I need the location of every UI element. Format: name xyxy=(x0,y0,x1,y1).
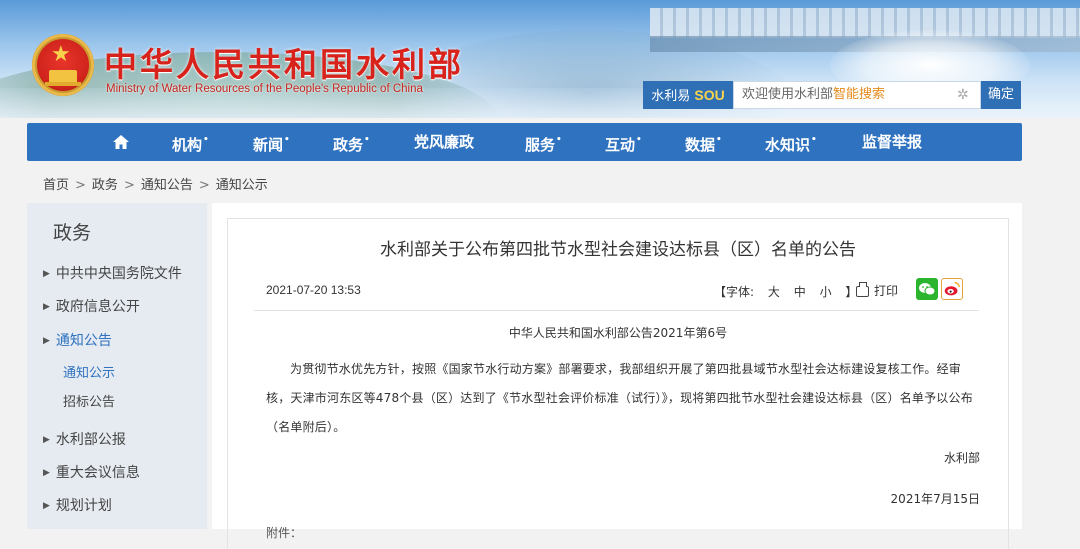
caret-right-icon: ▶ xyxy=(43,302,50,312)
wechat-share-icon[interactable] xyxy=(916,278,938,300)
nav-item-shuizhishi[interactable]: 水知识• xyxy=(765,123,817,161)
sidebar-title: 政务 xyxy=(53,222,92,244)
attachment-label: 附件： xyxy=(266,526,303,540)
nav-item-jigou[interactable]: 机构• xyxy=(172,123,209,161)
main-content: 水利部关于公布第四批节水型社会建设达标县（区）名单的公告 2021-07-20 … xyxy=(212,203,1022,549)
sidebar-item-bulletin[interactable]: ▶ 水利部公报 xyxy=(43,429,126,449)
print-button[interactable]: 打印 xyxy=(856,282,898,299)
sidebar-item-gov-info[interactable]: ▶ 政府信息公开 xyxy=(43,296,140,316)
article-sign-date: 2021年7月15日 xyxy=(890,492,980,506)
weibo-share-icon[interactable] xyxy=(941,278,963,300)
search-placeholder-highlight: 智能搜索 xyxy=(833,87,886,102)
home-icon[interactable] xyxy=(112,134,130,150)
sidebar-subitem-tongzhigongshi[interactable]: 通知公示 xyxy=(63,362,115,381)
font-size-label: 【字体: xyxy=(714,285,755,299)
font-size-selector: 【字体: 大 中 小 】 xyxy=(714,283,857,300)
nav-item-zhengwu[interactable]: 政务• xyxy=(333,123,370,161)
font-size-medium-button[interactable]: 中 xyxy=(794,285,806,299)
search-input[interactable]: 欢迎使用水利部智能搜索 xyxy=(733,81,981,109)
breadcrumb-separator: > xyxy=(123,178,135,193)
national-emblem-logo[interactable]: ★ xyxy=(32,34,94,96)
emblem-gate-icon xyxy=(49,70,77,82)
article-body: 为贯彻节水优先方针，按照《国家节水行动方案》部署要求，我部组织开展了第四批县域节… xyxy=(266,362,973,434)
breadcrumb-separator: > xyxy=(198,178,210,193)
sidebar-item-notices[interactable]: ▶ 通知公告 xyxy=(43,330,112,350)
site-title[interactable]: 中华人民共和国水利部 xyxy=(104,38,464,86)
article-title: 水利部关于公布第四批节水型社会建设达标县（区）名单的公告 xyxy=(380,240,856,260)
caret-right-icon: ▶ xyxy=(43,269,50,279)
print-label: 打印 xyxy=(874,284,899,298)
site-header: ★ 中华人民共和国水利部 Ministry of Water Resources… xyxy=(0,0,1080,118)
nav-item-hudong[interactable]: 互动• xyxy=(605,123,642,161)
search-placeholder: 欢迎使用水利部 xyxy=(742,87,834,102)
document-number: 中华人民共和国水利部公告2021年第6号 xyxy=(508,326,728,340)
caret-right-icon: ▶ xyxy=(43,435,50,445)
sidebar-subitem-zhaobiao[interactable]: 招标公告 xyxy=(63,391,115,410)
printer-icon xyxy=(856,282,869,297)
emblem-star-icon: ★ xyxy=(51,42,71,67)
sidebar-item-zhongyang-files[interactable]: ▶ 中共中央国务院文件 xyxy=(43,263,182,283)
caret-right-icon: ▶ xyxy=(43,501,50,511)
nav-item-fuwu[interactable]: 服务• xyxy=(525,123,562,161)
main-nav: 机构• 新闻• 政务• 党风廉政 服务• 互动• 数据• 水知识• 监督举报 xyxy=(27,123,1022,161)
breadcrumb: 首页 > 政务 > 通知公告 > 通知公示 xyxy=(43,174,274,193)
sidebar-item-planning[interactable]: ▶ 规划计划 xyxy=(43,495,112,515)
article-signer: 水利部 xyxy=(943,451,980,465)
nav-item-jiandujubao[interactable]: 监督举报 xyxy=(862,123,922,161)
nav-item-xinwen[interactable]: 新闻• xyxy=(253,123,290,161)
search-logo-prefix: 水利易 xyxy=(651,89,691,104)
search-submit-button[interactable]: 确定 xyxy=(981,81,1021,109)
breadcrumb-home[interactable]: 首页 xyxy=(43,178,69,193)
article-divider xyxy=(254,310,979,311)
sidebar-item-meetings[interactable]: ▶ 重大会议信息 xyxy=(43,462,140,482)
emblem-base xyxy=(45,82,81,86)
breadcrumb-separator: > xyxy=(75,178,86,193)
font-size-large-button[interactable]: 大 xyxy=(768,285,780,299)
nav-item-dangfenglianzheng[interactable]: 党风廉政 xyxy=(414,123,474,161)
gear-icon[interactable]: ✲ xyxy=(957,87,969,103)
breadcrumb-tongzhigongshi[interactable]: 通知公示 xyxy=(216,178,268,193)
breadcrumb-zhengwu[interactable]: 政务 xyxy=(92,178,118,193)
article: 水利部关于公布第四批节水型社会建设达标县（区）名单的公告 2021-07-20 … xyxy=(227,218,1009,549)
site-subtitle: Ministry of Water Resources of the Peopl… xyxy=(106,83,423,95)
breadcrumb-tongzhigonggao[interactable]: 通知公告 xyxy=(141,178,193,193)
sidebar: 政务 ▶ 中共中央国务院文件 ▶ 政府信息公开 ▶ 通知公告 通知公示 招标公告 ▶ 水… xyxy=(27,203,207,529)
article-date: 2021-07-20 13:53 xyxy=(266,283,361,297)
header-banner-dam xyxy=(650,8,1080,38)
search-logo-brand: SOU xyxy=(694,87,725,103)
caret-right-icon: ▶ xyxy=(43,468,50,478)
caret-right-icon: ▶ xyxy=(43,336,50,346)
font-size-small-button[interactable]: 小 xyxy=(820,285,832,299)
search-logo: 水利易 SOU xyxy=(643,81,733,109)
search-bar: 水利易 SOU 欢迎使用水利部智能搜索 ✲ 确定 xyxy=(643,81,1021,109)
nav-item-shuju[interactable]: 数据• xyxy=(685,123,722,161)
